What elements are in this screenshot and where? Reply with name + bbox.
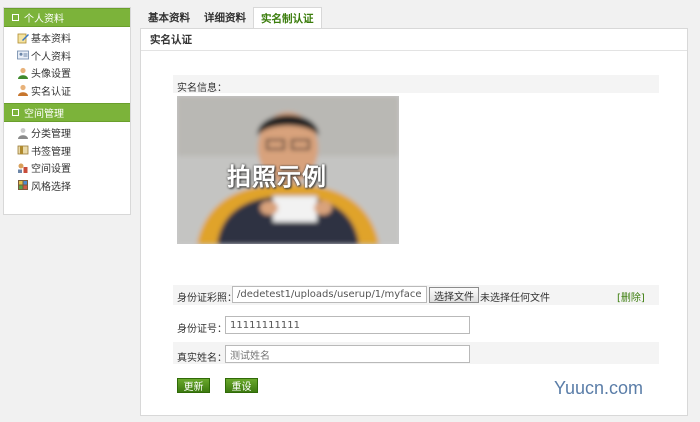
real-name-label: 真实姓名： xyxy=(177,353,227,364)
sidebar-item-bookmark-management[interactable]: 书签管理 xyxy=(4,142,130,160)
palette-icon xyxy=(18,180,28,191)
tab-real-name-auth[interactable]: 实名制认证 xyxy=(253,7,322,29)
tab-basic-info[interactable]: 基本资料 xyxy=(141,7,197,27)
delete-link[interactable]: [删除] xyxy=(617,289,645,304)
id-photo-path-field[interactable] xyxy=(232,286,427,303)
sidebar-item-category-management[interactable]: 分类管理 xyxy=(4,124,130,142)
sidebar-item-label: 风格选择 xyxy=(31,181,71,193)
sidebar-item-avatar-settings[interactable]: 头像设置 xyxy=(4,64,130,82)
sidebar-item-basic-info[interactable]: 基本资料 xyxy=(4,29,130,47)
content-panel: 实名认证 实名信息： 拍照示例 身份证彩照： 选择文件 未选择任何文件 xyxy=(140,28,688,416)
info-label: 实名信息： xyxy=(177,83,227,94)
id-card-icon xyxy=(17,50,29,60)
choose-file-button[interactable]: 选择文件 xyxy=(429,287,479,303)
user-icon xyxy=(18,67,28,79)
tab-detailed-info[interactable]: 详细资料 xyxy=(197,7,253,27)
photo-caption: 拍照示例 xyxy=(227,163,327,191)
sidebar: 个人资料 基本资料 个人资料 头像设置 实名认证 空间管理 分类管理 书签管理 xyxy=(3,7,131,215)
sidebar-group-title: 空间管理 xyxy=(24,109,64,120)
sidebar-item-label: 头像设置 xyxy=(31,69,71,81)
sidebar-item-label: 空间设置 xyxy=(31,164,71,176)
sidebar-group-header-space[interactable]: 空间管理 xyxy=(4,103,130,122)
example-photo: 拍照示例 xyxy=(177,96,399,244)
sidebar-group-header-profile[interactable]: 个人资料 xyxy=(4,8,130,27)
square-bullet-icon xyxy=(12,109,19,116)
no-file-text: 未选择任何文件 xyxy=(480,293,550,304)
sidebar-item-real-name-auth[interactable]: 实名认证 xyxy=(4,82,130,100)
real-name-input[interactable] xyxy=(225,345,470,363)
id-photo-label: 身份证彩照： xyxy=(177,293,237,304)
sidebar-item-label: 基本资料 xyxy=(31,34,71,46)
bookmark-icon xyxy=(17,145,29,155)
sidebar-item-space-settings[interactable]: 空间设置 xyxy=(4,159,130,177)
settings-icon xyxy=(18,163,28,173)
sidebar-group-profile: 基本资料 个人资料 头像设置 实名认证 xyxy=(4,27,130,103)
sidebar-item-personal-info[interactable]: 个人资料 xyxy=(4,47,130,65)
id-number-input[interactable] xyxy=(225,316,470,334)
sidebar-item-label: 实名认证 xyxy=(31,86,71,98)
tab-bar: 基本资料 详细资料 实名制认证 xyxy=(141,7,322,29)
panel-title: 实名认证 xyxy=(141,29,687,51)
id-number-label: 身份证号： xyxy=(177,324,227,335)
sidebar-item-label: 分类管理 xyxy=(31,129,71,141)
update-button[interactable]: 更新 xyxy=(177,378,210,393)
sidebar-group-space: 分类管理 书签管理 空间设置 风格选择 xyxy=(4,122,130,198)
reset-button[interactable]: 重设 xyxy=(225,378,258,393)
sidebar-item-label: 书签管理 xyxy=(31,146,71,158)
square-bullet-icon xyxy=(12,14,19,21)
users-icon xyxy=(18,127,28,139)
watermark: Yuucn.com xyxy=(554,378,643,399)
edit-icon xyxy=(17,33,29,44)
watermark-text: Yuucn.com xyxy=(554,378,644,398)
user-icon xyxy=(18,85,28,97)
sidebar-item-label: 个人资料 xyxy=(31,51,71,63)
info-row xyxy=(173,75,659,93)
sidebar-item-style-selection[interactable]: 风格选择 xyxy=(4,177,130,195)
sidebar-group-title: 个人资料 xyxy=(24,14,64,25)
